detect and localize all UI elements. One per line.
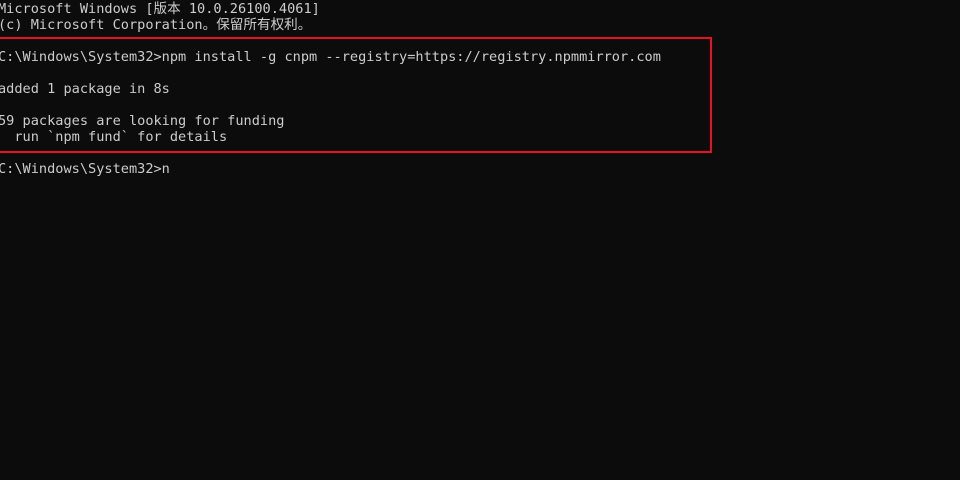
added-package-output: added 1 package in 8s <box>0 81 170 97</box>
npm-fund-hint-output: run `npm fund` for details <box>0 129 228 145</box>
command-prompt-window[interactable]: Microsoft Windows [版本 10.0.26100.4061] (… <box>0 0 960 480</box>
current-input-prompt[interactable]: C:\Windows\System32>n <box>0 161 170 177</box>
windows-version-line: Microsoft Windows [版本 10.0.26100.4061] <box>0 1 320 17</box>
npm-install-command-line: C:\Windows\System32>npm install -g cnpm … <box>0 49 661 65</box>
funding-output: 59 packages are looking for funding <box>0 113 285 129</box>
copyright-line: (c) Microsoft Corporation。保留所有权利。 <box>0 17 312 33</box>
